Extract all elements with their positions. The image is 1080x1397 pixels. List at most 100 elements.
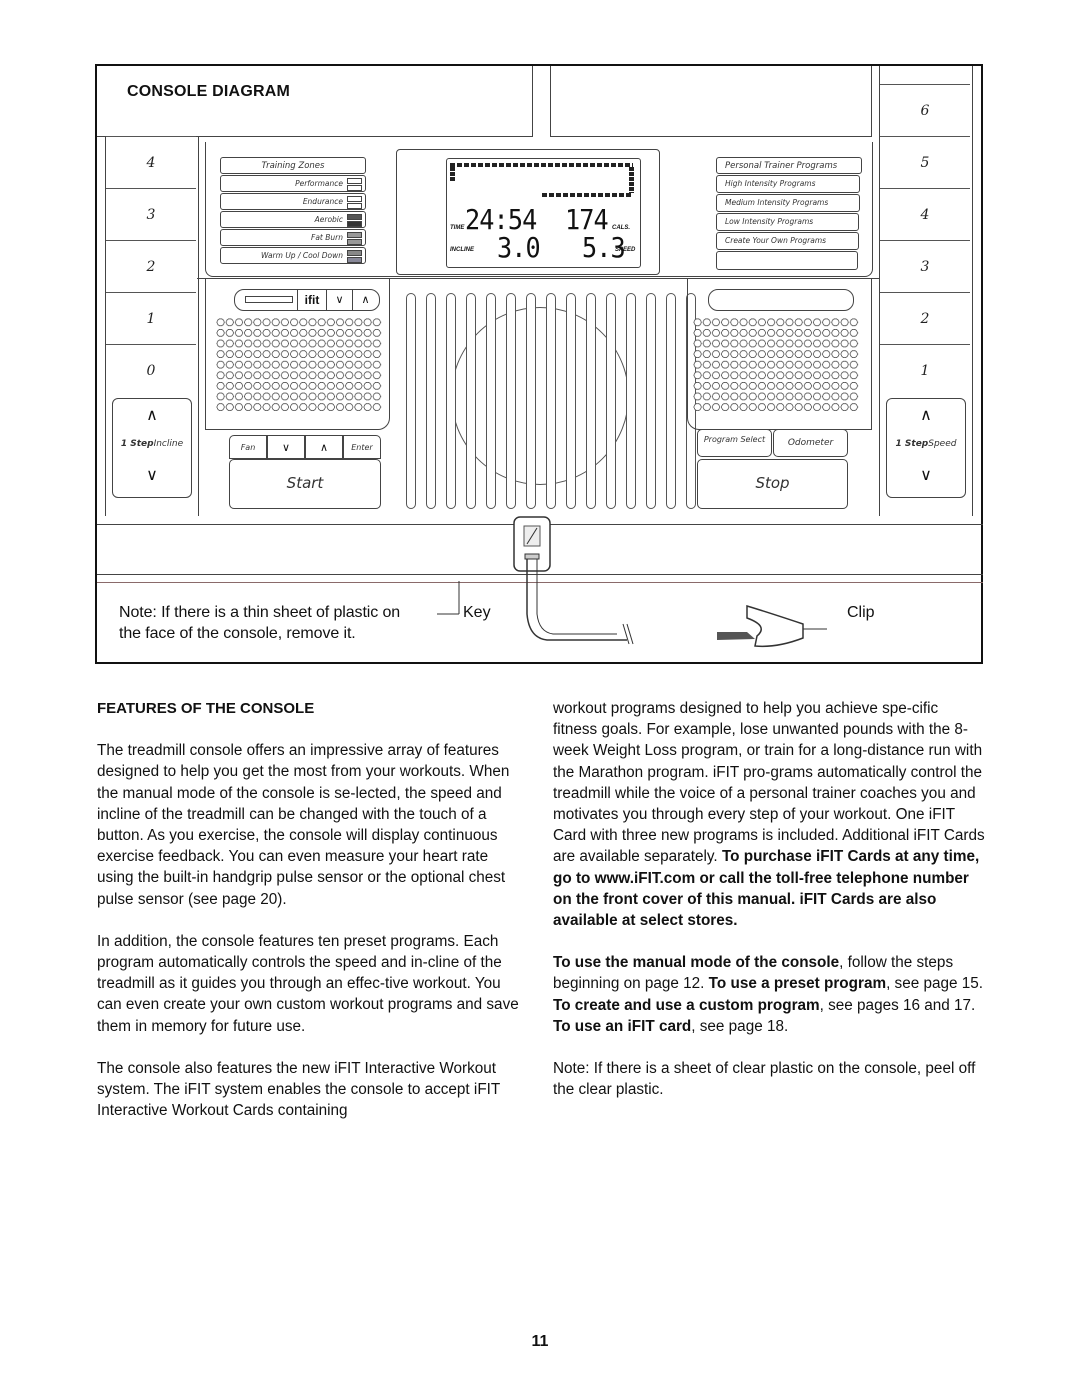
- safety-key-illustration: [437, 516, 827, 648]
- program-blank[interactable]: [716, 251, 858, 270]
- program-select-button[interactable]: Program Select: [697, 429, 772, 457]
- paragraph-text: , see pages 16 and 17.: [819, 996, 976, 1014]
- incline-key-0[interactable]: 0: [106, 344, 196, 397]
- features-paragraph: In addition, the console features ten pr…: [97, 932, 519, 1035]
- program-medium-intensity[interactable]: Medium Intensity Programs: [716, 194, 860, 212]
- speed-down-icon[interactable]: ∨: [887, 465, 965, 485]
- grille-slot: [566, 293, 576, 509]
- top-panel-left: [97, 66, 533, 137]
- incline-down-icon[interactable]: ∨: [113, 465, 191, 485]
- incline-key-1[interactable]: 1: [106, 292, 196, 345]
- features-instructions-paragraph: To use the manual mode of the console, f…: [553, 952, 985, 1037]
- cord-break-icon: [622, 623, 634, 645]
- incline-label-bold: 1 Step: [120, 439, 154, 449]
- grille-slot: [466, 293, 476, 509]
- program-create-your-own[interactable]: Create Your Own Programs: [716, 232, 859, 250]
- incline-key-2[interactable]: 2: [106, 240, 196, 293]
- grille-slot: [446, 293, 456, 509]
- speed-label-bold: 1 Step: [895, 439, 929, 449]
- grille-slot: [486, 293, 496, 509]
- display-frame: TIME 24:54 174 CALS. INCLINE 3.0 5.3 SPE…: [396, 149, 660, 275]
- speed-key-2[interactable]: 2: [880, 292, 970, 345]
- ifit-card-slot[interactable]: [245, 296, 293, 303]
- speed-key-5[interactable]: 5: [880, 136, 970, 189]
- paragraph-text: , see page 15.: [886, 975, 984, 993]
- features-right-column: workout programs designed to help you ac…: [553, 698, 985, 1121]
- paragraph-text: , see page 18.: [691, 1017, 789, 1035]
- speed-key-column: 6 5 4 3 2 1 ∧ 1 StepSpeed ∨: [879, 66, 973, 516]
- fan-circle: [451, 307, 629, 485]
- speed-up-icon[interactable]: ∧: [887, 405, 965, 425]
- training-zones-title: Training Zones: [220, 157, 366, 174]
- zone-label: Performance: [295, 179, 343, 188]
- ifit-slot-bar: ifit ∨ ∧: [234, 289, 380, 311]
- left-button-row: Fan ∨ ∧ Enter: [229, 435, 381, 459]
- incline-key-column: 4 3 2 1 0 ∧ 1 StepIncline ∨: [105, 136, 199, 516]
- zone-label: Endurance: [302, 197, 343, 206]
- features-paragraph: workout programs designed to help you ac…: [553, 698, 985, 931]
- paragraph-text: workout programs designed to help you ac…: [553, 700, 985, 866]
- zone-label: Aerobic: [314, 215, 343, 224]
- program-high-intensity[interactable]: High Intensity Programs: [716, 175, 860, 193]
- lcd-screen: TIME 24:54 174 CALS. INCLINE 3.0 5.3 SPE…: [446, 158, 641, 268]
- left-speaker-panel: ifit ∨ ∧: [205, 279, 390, 430]
- incline-label-text: Incline: [153, 439, 184, 449]
- clip-label: Clip: [847, 604, 875, 621]
- incline-key-3[interactable]: 3: [106, 188, 196, 241]
- zone-aerobic: Aerobic: [220, 211, 366, 228]
- zone-label: Warm Up / Cool Down: [260, 251, 343, 260]
- workout-up-button[interactable]: ∧: [305, 435, 343, 459]
- lcd-speed-label: SPEED: [615, 247, 636, 253]
- key-label: Key: [463, 604, 491, 621]
- speed-key-3[interactable]: 3: [880, 240, 970, 293]
- fan-grille: [393, 279, 696, 517]
- zone-indicator: [347, 203, 362, 209]
- grille-slot: [406, 293, 416, 509]
- program-low-intensity[interactable]: Low Intensity Programs: [716, 213, 859, 231]
- features-paragraph: Note: If there is a sheet of clear plast…: [553, 1060, 976, 1099]
- right-speaker-holes: [693, 317, 859, 413]
- upper-panel: Training Zones Performance Endurance Aer…: [205, 142, 873, 277]
- zone-endurance: Endurance: [220, 193, 366, 210]
- fan-button[interactable]: Fan: [229, 435, 267, 459]
- speed-key-6[interactable]: 6: [880, 84, 970, 137]
- ifit-logo-icon: ifit: [297, 290, 326, 310]
- features-paragraph: The treadmill console offers an impressi…: [97, 742, 510, 908]
- zone-warm-up-cool-down: Warm Up / Cool Down: [220, 247, 366, 264]
- zone-performance: Performance: [220, 175, 366, 192]
- grille-slot: [526, 293, 536, 509]
- grille-slot: [506, 293, 516, 509]
- ifit-up-icon[interactable]: ∧: [352, 290, 378, 310]
- zone-indicator: [347, 178, 362, 184]
- incline-up-icon[interactable]: ∧: [113, 405, 191, 425]
- paragraph-bold-text: To use a preset program: [708, 975, 887, 993]
- stop-button[interactable]: Stop: [697, 459, 848, 509]
- clip-icon: [746, 604, 804, 648]
- paragraph-bold-text: To use the manual mode of the console: [553, 954, 840, 972]
- zone-indicator: [347, 232, 362, 238]
- lcd-incline-value: 3.0: [497, 231, 541, 264]
- grille-slot: [606, 293, 616, 509]
- speed-key-4[interactable]: 4: [880, 188, 970, 241]
- lcd-progress-left: [450, 167, 455, 181]
- workout-down-button[interactable]: ∨: [267, 435, 305, 459]
- enter-button[interactable]: Enter: [343, 435, 381, 459]
- grille-slot: [426, 293, 436, 509]
- zone-label: Fat Burn: [311, 233, 343, 242]
- lcd-progress-right: [629, 167, 634, 193]
- training-zones-title-text: Training Zones: [261, 161, 325, 171]
- start-button[interactable]: Start: [229, 459, 381, 509]
- grille-slot: [646, 293, 656, 509]
- key-tab: [524, 553, 540, 560]
- odometer-button[interactable]: Odometer: [773, 429, 848, 457]
- console-diagram: CONSOLE DIAGRAM 4 3 2 1 0 ∧ 1 StepInclin…: [95, 64, 983, 664]
- lcd-incline-label: INCLINE: [450, 247, 474, 253]
- features-paragraph: The console also features the new iFIT I…: [97, 1059, 500, 1120]
- ifit-down-icon[interactable]: ∨: [326, 290, 352, 310]
- speed-key-1[interactable]: 1: [880, 344, 970, 397]
- page-number: 11: [531, 1333, 549, 1350]
- speed-label: 1 StepSpeed: [887, 439, 965, 449]
- lcd-progress-bottom: [542, 193, 632, 197]
- paragraph-bold-text: To use an iFIT card: [553, 1017, 692, 1035]
- incline-key-4[interactable]: 4: [106, 136, 196, 189]
